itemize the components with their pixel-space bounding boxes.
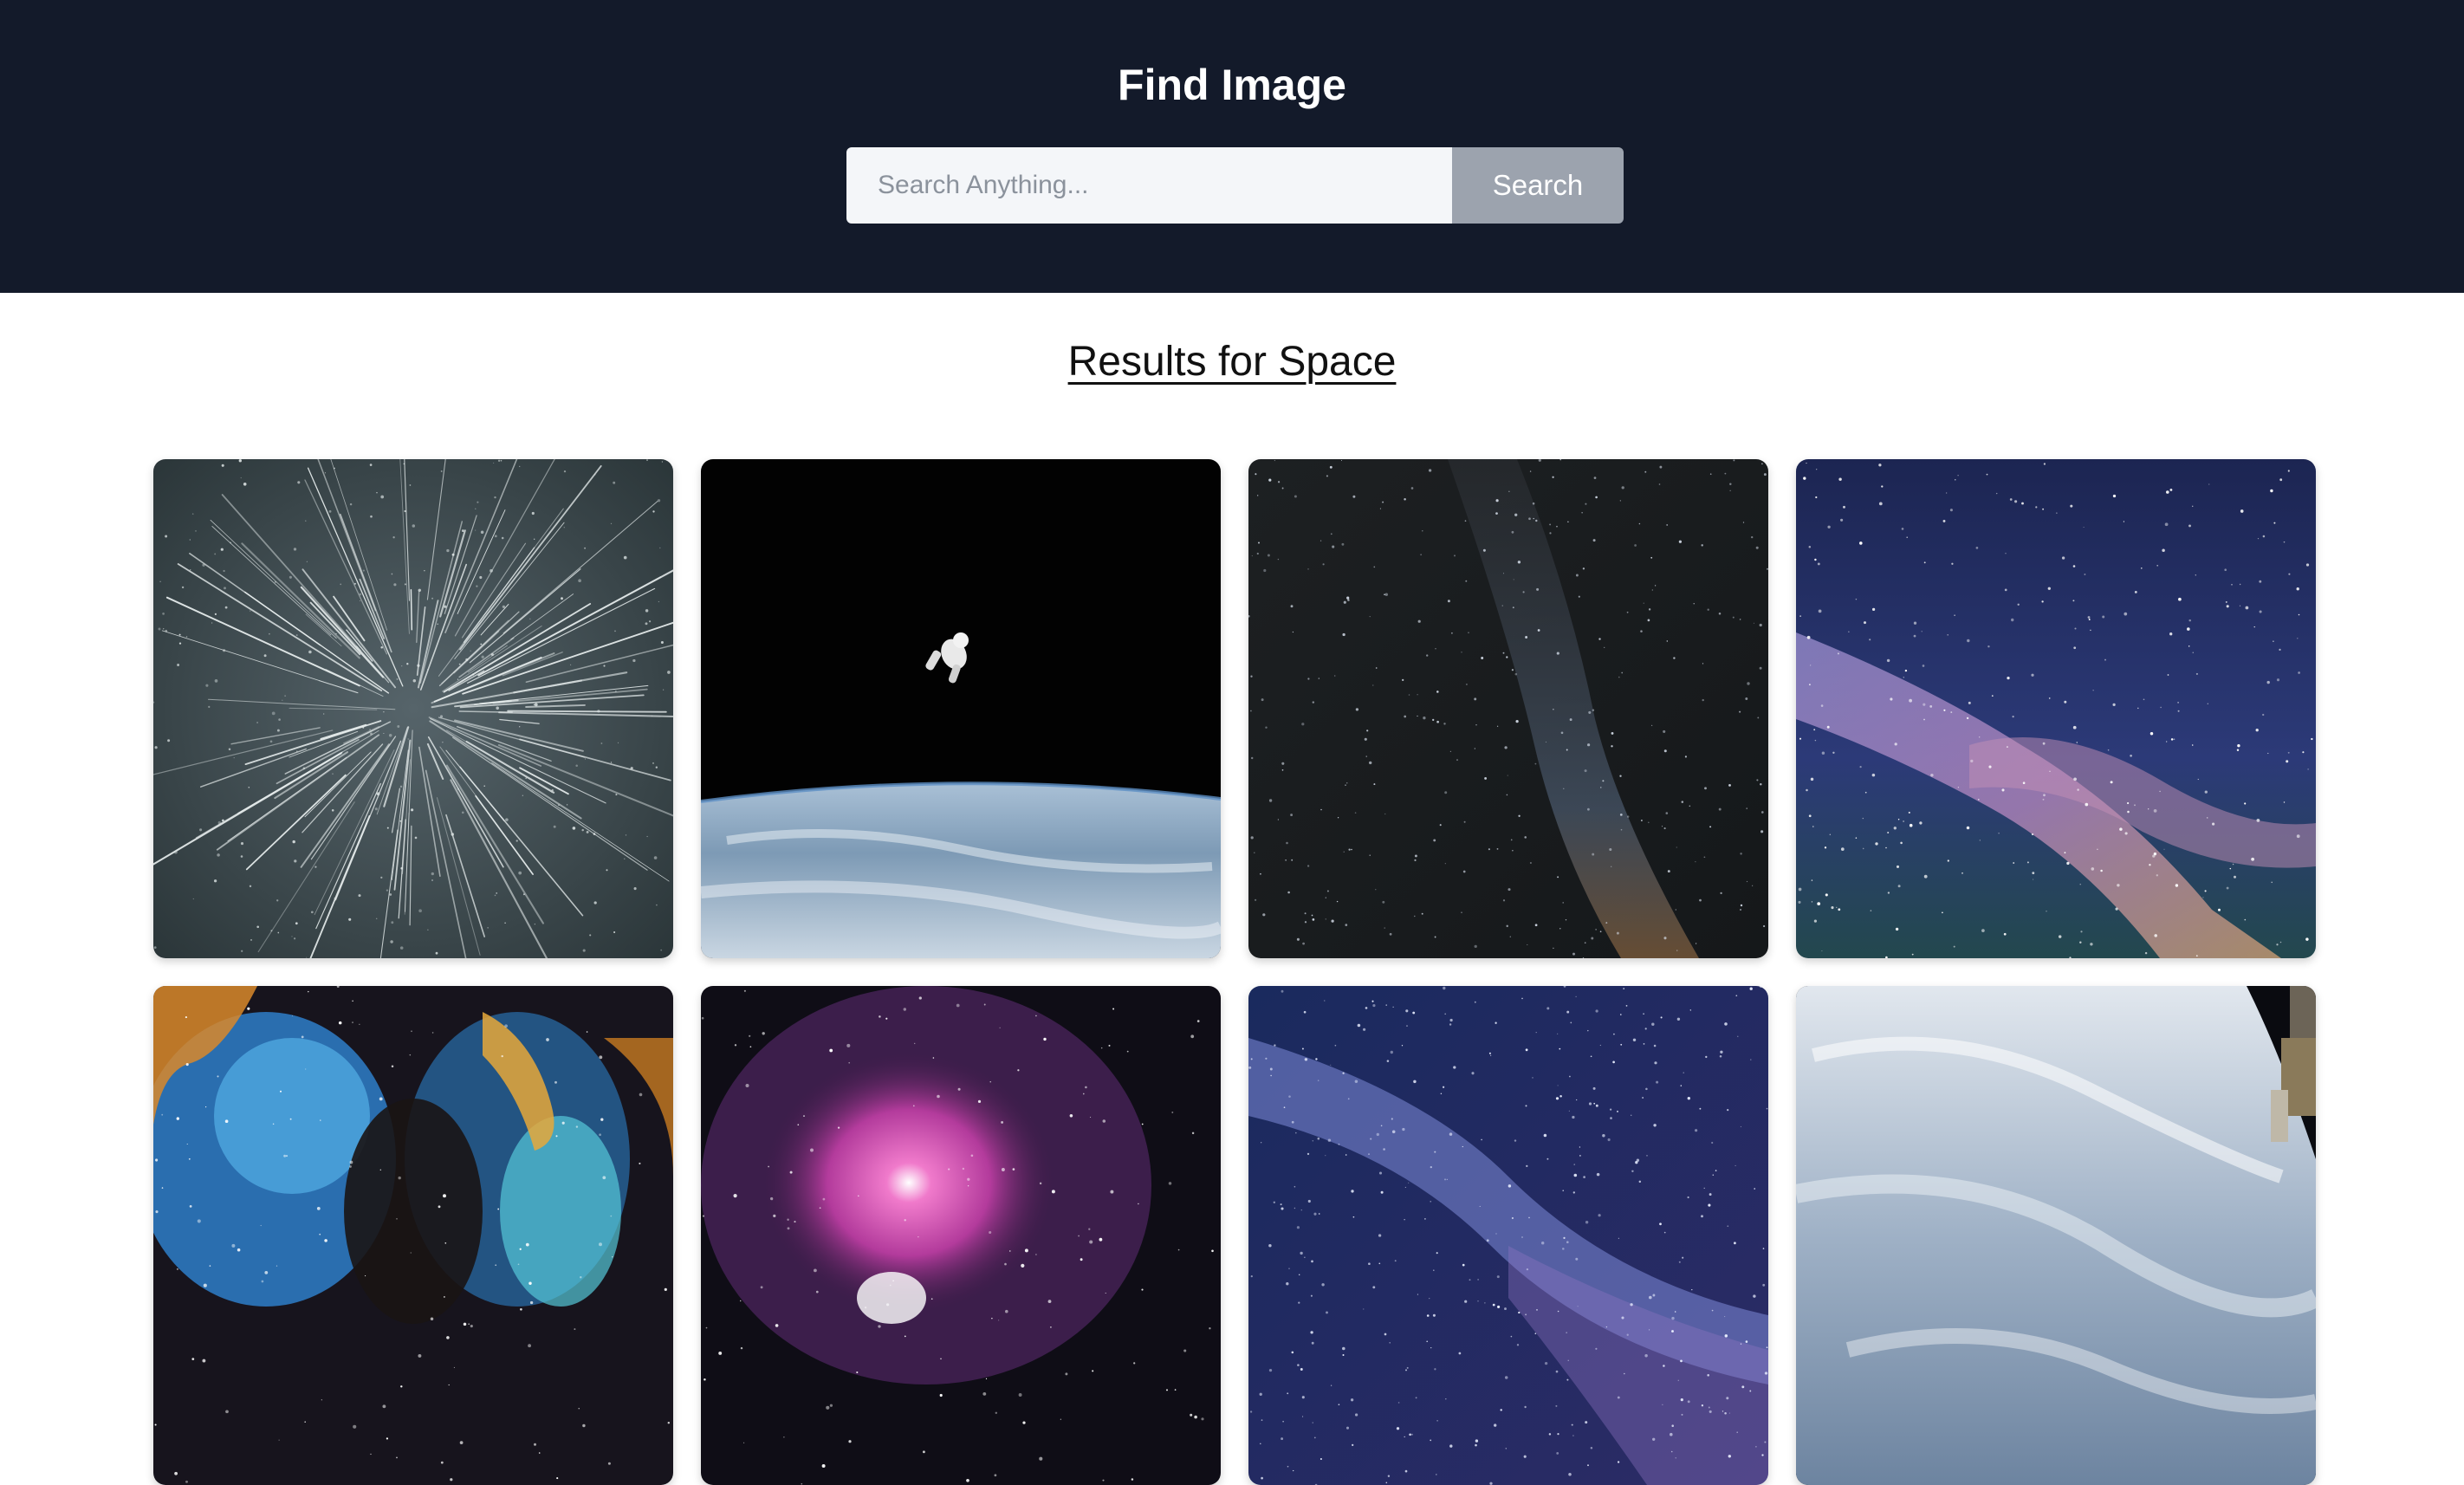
results-heading-text: Results for Space xyxy=(1067,339,1397,385)
image-card-7[interactable] xyxy=(1248,986,1768,1485)
star-warp-image xyxy=(153,459,673,958)
image-card-5[interactable] xyxy=(153,986,673,1485)
earth-orbit-image xyxy=(1796,986,2316,1485)
app-title: Find Image xyxy=(1118,61,1346,109)
results-heading: Results for Space xyxy=(0,331,2464,393)
header: Find Image Search xyxy=(0,0,2464,293)
nebula-colorful-image xyxy=(153,986,673,1485)
image-card-1[interactable] xyxy=(153,459,673,958)
search-input[interactable] xyxy=(846,147,1452,224)
search-button[interactable]: Search xyxy=(1452,147,1624,224)
image-card-3[interactable] xyxy=(1248,459,1768,958)
image-card-4[interactable] xyxy=(1796,459,2316,958)
orion-nebula-image xyxy=(701,986,1221,1485)
image-grid xyxy=(153,459,2316,1485)
search-form: Search xyxy=(846,147,1624,224)
image-card-2[interactable] xyxy=(701,459,1221,958)
image-card-8[interactable] xyxy=(1796,986,2316,1485)
milky-way-blue-image xyxy=(1796,459,2316,958)
image-card-6[interactable] xyxy=(701,986,1221,1485)
blue-galaxy-image xyxy=(1248,986,1768,1485)
astronaut-earth-image xyxy=(701,459,1221,958)
milky-way-dark-image xyxy=(1248,459,1768,958)
